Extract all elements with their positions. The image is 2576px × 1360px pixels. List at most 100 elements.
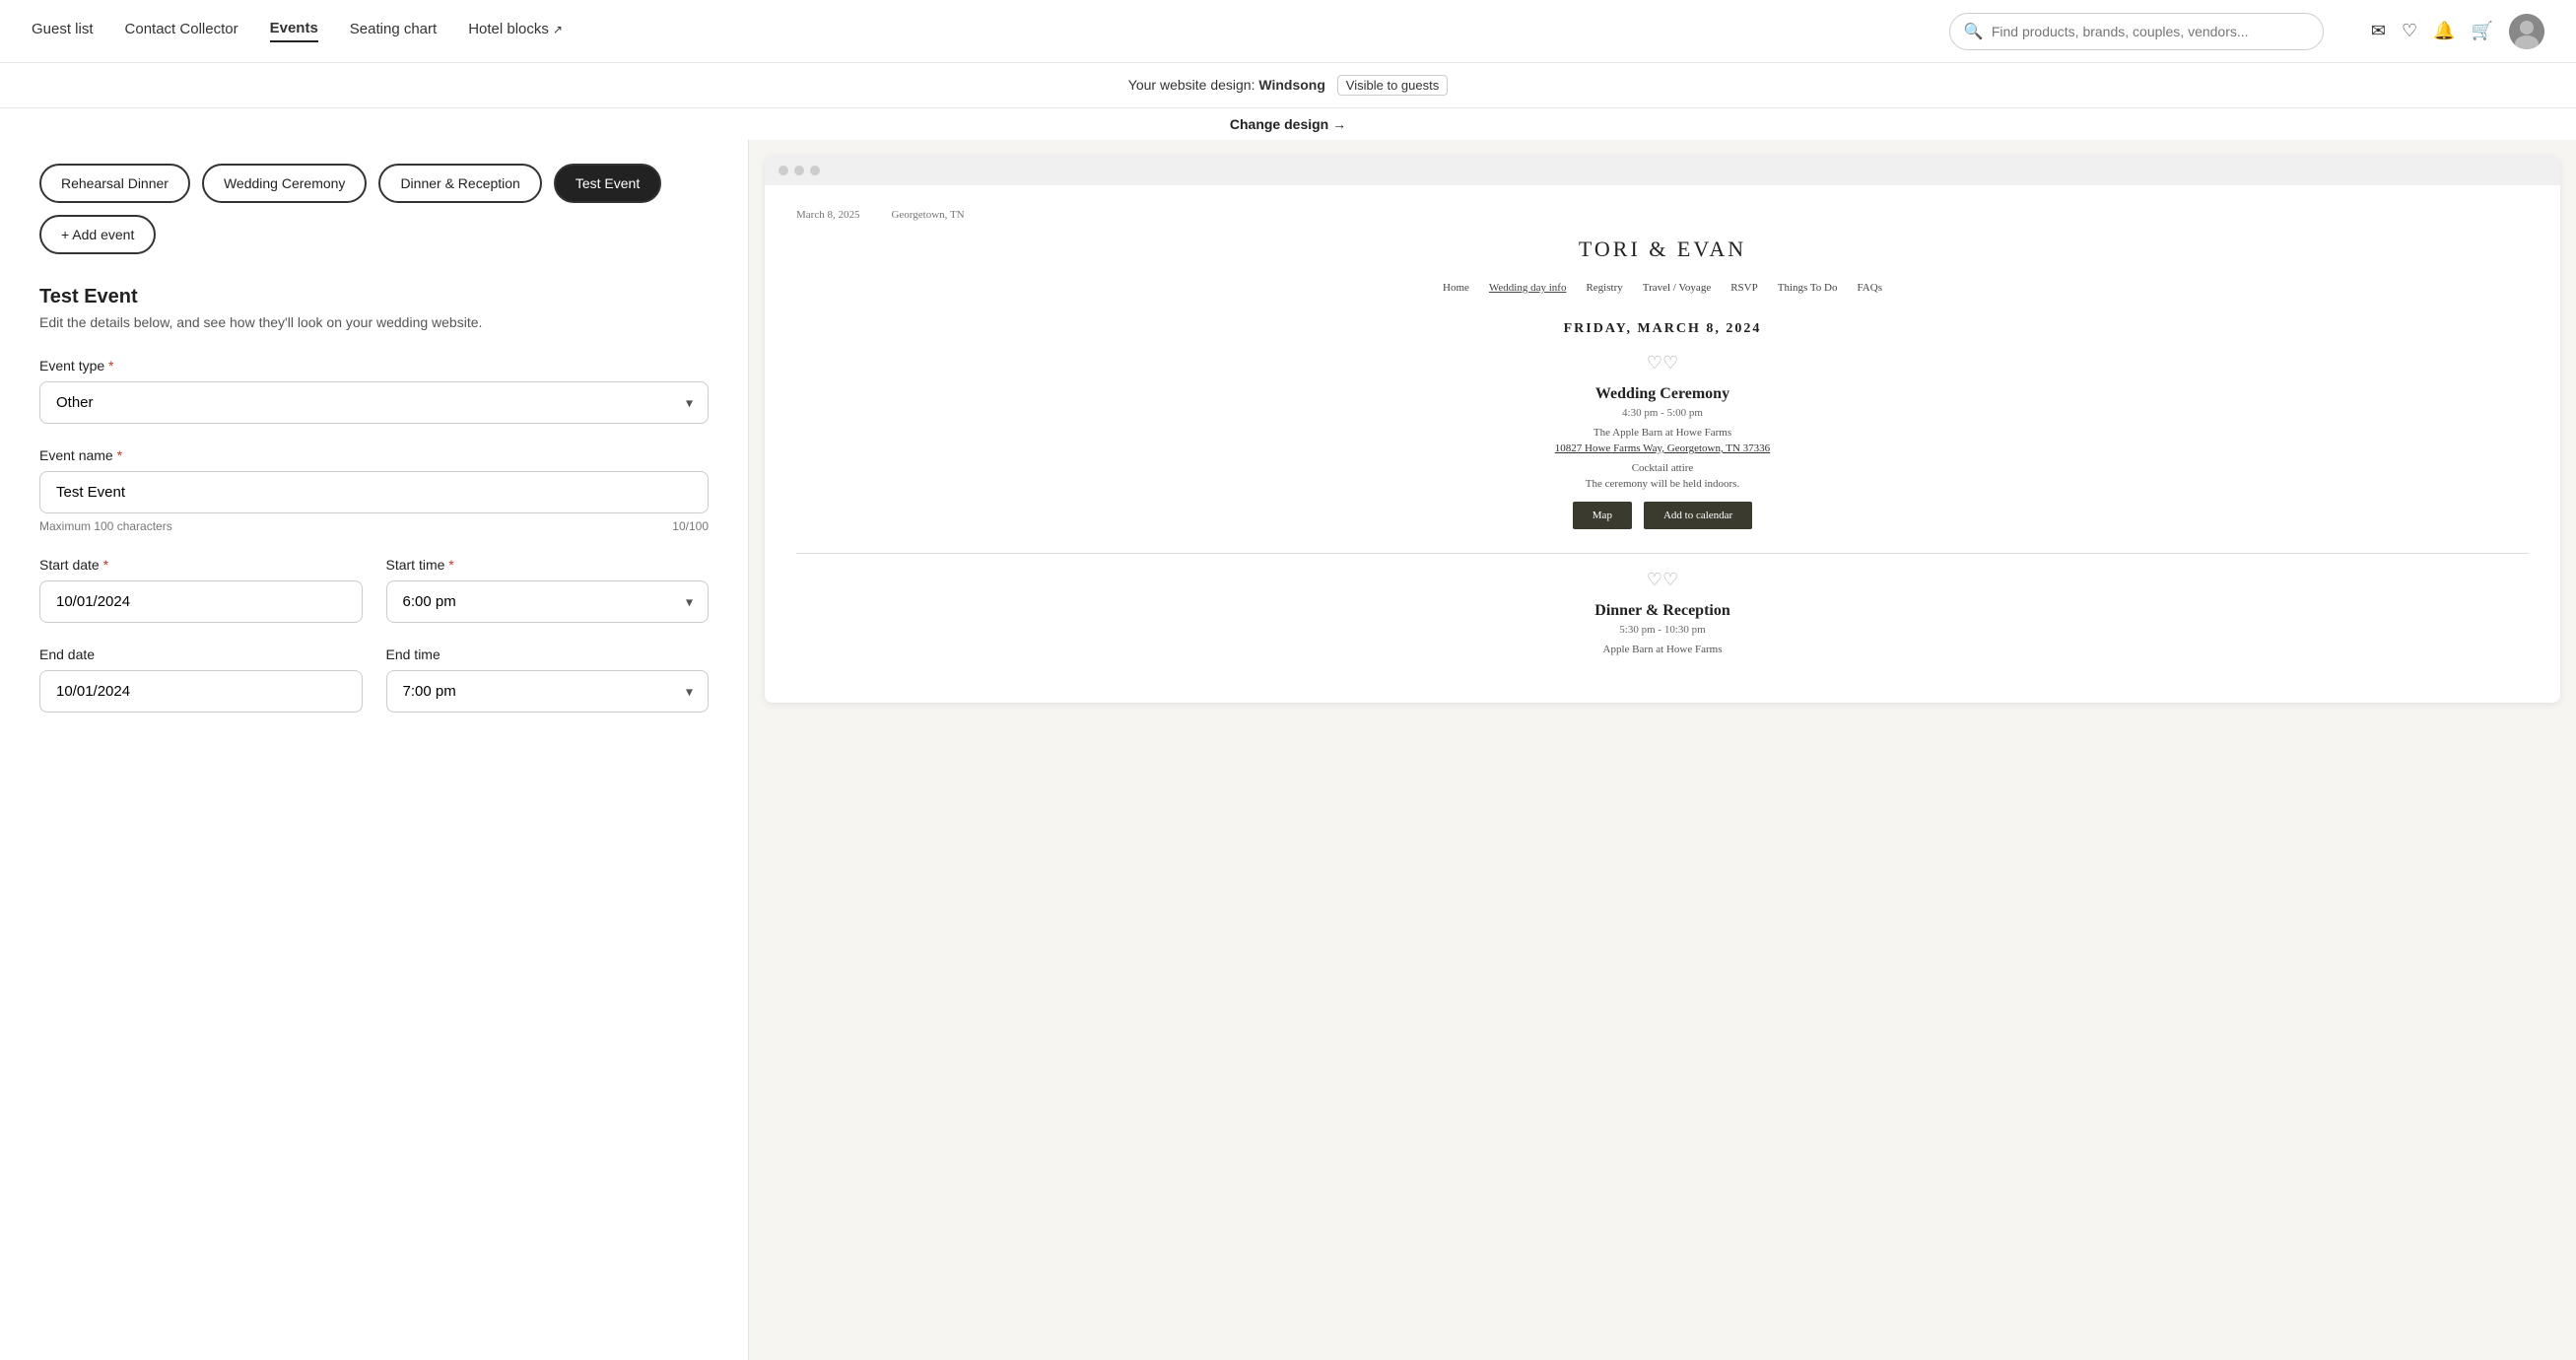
search-icon: 🔍	[1964, 22, 1984, 41]
event-type-select-wrapper: Rehearsal Dinner Wedding Ceremony Dinner…	[39, 381, 709, 424]
preview-ceremony-name: Wedding Ceremony	[796, 385, 2529, 403]
search-bar: 🔍	[1949, 13, 2324, 50]
tab-rehearsal-dinner[interactable]: Rehearsal Dinner	[39, 164, 190, 203]
tab-test-event[interactable]: Test Event	[554, 164, 661, 203]
preview-nav-rsvp: RSVP	[1730, 282, 1758, 294]
nav-contact-collector[interactable]: Contact Collector	[125, 21, 238, 41]
end-date-col: End date	[39, 646, 363, 736]
nav-hotel-blocks[interactable]: Hotel blocks ↗	[468, 21, 563, 41]
start-time-select-wrapper: 6:00 pm 6:30 pm 7:00 pm ▾	[386, 580, 710, 623]
nav-icons: ✉ ♡ 🔔 🛒	[2371, 14, 2544, 49]
preview-ceremony-address[interactable]: 10827 Howe Farms Way, Georgetown, TN 373…	[796, 442, 2529, 454]
nav-seating-chart[interactable]: Seating chart	[350, 21, 437, 41]
preview-site-nav: Home Wedding day info Registry Travel / …	[796, 282, 2529, 294]
preview-map-button[interactable]: Map	[1573, 502, 1632, 529]
preview-ceremony-venue: The Apple Barn at Howe Farms	[796, 427, 2529, 439]
website-banner: Your website design: Windsong Visible to…	[0, 63, 2576, 108]
browser-dot-1	[779, 166, 788, 175]
end-time-select-wrapper: 6:30 pm 7:00 pm 7:30 pm ▾	[386, 670, 710, 713]
start-time-label: Start time *	[386, 557, 710, 573]
start-time-col: Start time * 6:00 pm 6:30 pm 7:00 pm ▾	[386, 557, 710, 646]
start-date-label: Start date *	[39, 557, 363, 573]
preview-nav-home: Home	[1443, 282, 1469, 294]
nav-links: Guest list Contact Collector Events Seat…	[32, 20, 563, 42]
cart-icon[interactable]: 🛒	[2472, 21, 2493, 41]
change-design-link[interactable]: Change design →	[0, 108, 2576, 140]
browser-dot-2	[794, 166, 804, 175]
nav-events[interactable]: Events	[270, 20, 318, 42]
char-max-label: Maximum 100 characters	[39, 519, 172, 533]
event-name-group: Event name * Maximum 100 characters 10/1…	[39, 447, 709, 533]
heart-icon[interactable]: ♡	[2402, 21, 2417, 41]
visible-badge: Visible to guests	[1337, 75, 1448, 96]
end-time-group: End time 6:30 pm 7:00 pm 7:30 pm ▾	[386, 646, 710, 713]
preview-browser: March 8, 2025 Georgetown, TN TORI & EVAN…	[765, 156, 2560, 703]
right-panel: March 8, 2025 Georgetown, TN TORI & EVAN…	[749, 140, 2576, 1360]
event-type-label: Event type *	[39, 358, 709, 374]
end-date-input[interactable]	[39, 670, 363, 713]
preview-nav-things-to-do: Things To Do	[1778, 282, 1838, 294]
preview-calendar-button[interactable]: Add to calendar	[1644, 502, 1752, 529]
preview-ceremony-buttons: Map Add to calendar	[796, 502, 2529, 529]
event-name-input[interactable]	[39, 471, 709, 513]
start-row: Start date * Start time *	[39, 557, 709, 646]
start-time-group: Start time * 6:00 pm 6:30 pm 7:00 pm ▾	[386, 557, 710, 623]
form-subtitle: Edit the details below, and see how they…	[39, 314, 709, 330]
form-title: Test Event	[39, 286, 709, 308]
preview-hearts-1: ♡♡	[796, 353, 2529, 374]
browser-dot-3	[810, 166, 820, 175]
left-panel: Rehearsal Dinner Wedding Ceremony Dinner…	[0, 140, 749, 1360]
tab-wedding-ceremony[interactable]: Wedding Ceremony	[202, 164, 367, 203]
end-row: End date End time 6:30 pm 7:00 pm	[39, 646, 709, 736]
preview-hearts-2: ♡♡	[796, 570, 2529, 590]
event-type-group: Event type * Rehearsal Dinner Wedding Ce…	[39, 358, 709, 424]
preview-couple-name: TORI & EVAN	[796, 237, 2529, 262]
preview-dinner-name: Dinner & Reception	[796, 602, 2529, 620]
preview-nav-registry: Registry	[1586, 282, 1622, 294]
external-link-icon: ↗	[553, 23, 563, 36]
avatar[interactable]	[2509, 14, 2544, 49]
top-nav: Guest list Contact Collector Events Seat…	[0, 0, 2576, 63]
event-type-select[interactable]: Rehearsal Dinner Wedding Ceremony Dinner…	[39, 381, 709, 424]
end-date-group: End date	[39, 646, 363, 713]
start-date-col: Start date *	[39, 557, 363, 646]
form-section: Test Event Edit the details below, and s…	[39, 286, 709, 736]
search-input[interactable]	[1992, 24, 2309, 39]
end-date-label: End date	[39, 646, 363, 662]
char-count: 10/100	[672, 519, 709, 533]
preview-nav-faqs: FAQs	[1858, 282, 1882, 294]
preview-date: March 8, 2025	[796, 209, 859, 221]
required-marker-name: *	[117, 447, 122, 463]
preview-ceremony-time: 4:30 pm - 5:00 pm	[796, 407, 2529, 419]
preview-ceremony-note: The ceremony will be held indoors.	[796, 478, 2529, 490]
start-date-input[interactable]	[39, 580, 363, 623]
end-time-label: End time	[386, 646, 710, 662]
char-count-row: Maximum 100 characters 10/100	[39, 519, 709, 533]
end-time-select[interactable]: 6:30 pm 7:00 pm 7:30 pm	[386, 670, 710, 713]
end-time-col: End time 6:30 pm 7:00 pm 7:30 pm ▾	[386, 646, 710, 736]
preview-nav-travel: Travel / Voyage	[1643, 282, 1711, 294]
preview-divider	[796, 553, 2529, 554]
preview-meta: March 8, 2025 Georgetown, TN	[796, 209, 2529, 221]
add-event-button[interactable]: + Add event	[39, 215, 156, 254]
nav-guest-list[interactable]: Guest list	[32, 21, 94, 41]
preview-content: March 8, 2025 Georgetown, TN TORI & EVAN…	[765, 185, 2560, 703]
preview-dinner-time: 5:30 pm - 10:30 pm	[796, 624, 2529, 636]
preview-ceremony-attire: Cocktail attire	[796, 462, 2529, 474]
preview-nav-wedding-day: Wedding day info	[1489, 282, 1567, 294]
browser-chrome	[765, 156, 2560, 185]
event-name-label: Event name *	[39, 447, 709, 463]
mail-icon[interactable]: ✉	[2371, 21, 2386, 41]
main-layout: Rehearsal Dinner Wedding Ceremony Dinner…	[0, 140, 2576, 1360]
preview-event-dinner-reception: Dinner & Reception 5:30 pm - 10:30 pm Ap…	[796, 602, 2529, 655]
start-time-select[interactable]: 6:00 pm 6:30 pm 7:00 pm	[386, 580, 710, 623]
preview-dinner-venue: Apple Barn at Howe Farms	[796, 644, 2529, 655]
event-tabs: Rehearsal Dinner Wedding Ceremony Dinner…	[39, 164, 709, 254]
bell-icon[interactable]: 🔔	[2433, 21, 2455, 41]
preview-location: Georgetown, TN	[891, 209, 964, 221]
preview-event-date: FRIDAY, MARCH 8, 2024	[796, 321, 2529, 337]
tab-dinner-reception[interactable]: Dinner & Reception	[378, 164, 541, 203]
required-marker: *	[108, 358, 113, 374]
start-date-group: Start date *	[39, 557, 363, 623]
preview-event-wedding-ceremony: Wedding Ceremony 4:30 pm - 5:00 pm The A…	[796, 385, 2529, 529]
